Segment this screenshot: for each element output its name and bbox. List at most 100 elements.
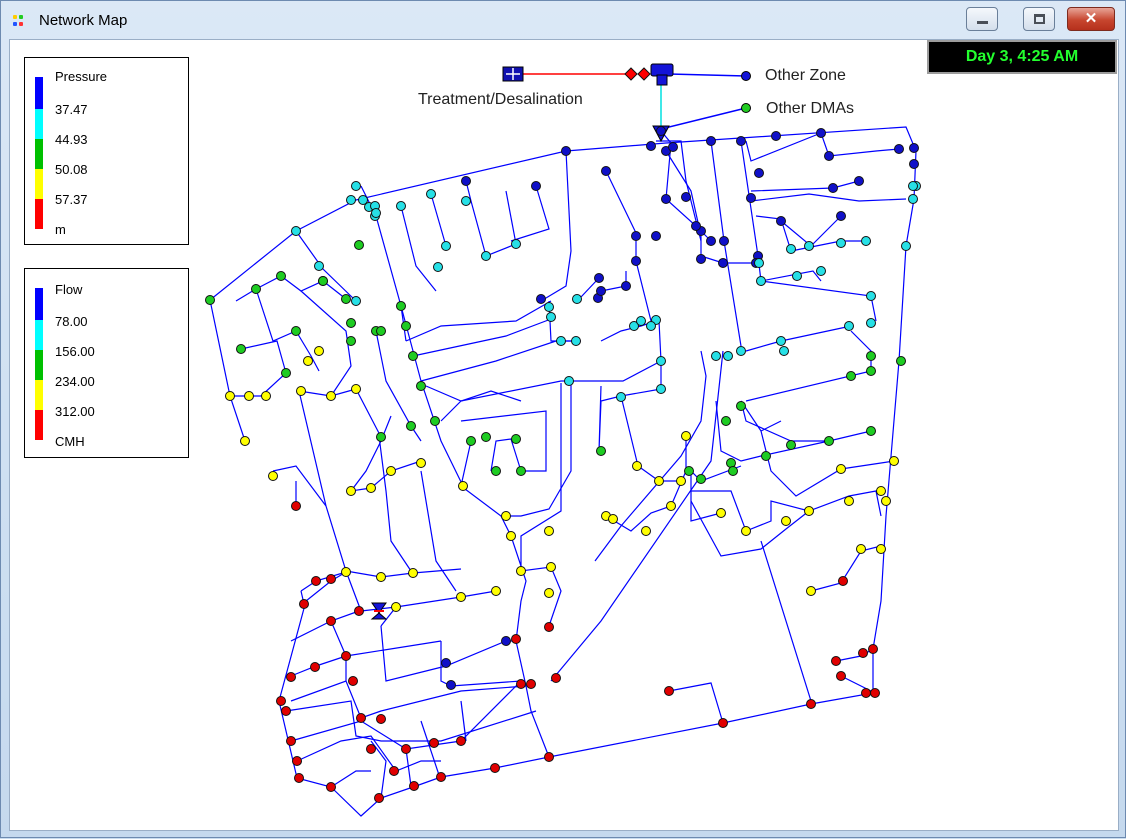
junction-yellow <box>268 471 278 481</box>
junction-red <box>310 662 320 672</box>
junction-blue <box>668 142 678 152</box>
junction-green <box>596 446 606 456</box>
junction-blue <box>631 256 641 266</box>
pipe <box>420 470 457 592</box>
junction-blue <box>836 211 846 221</box>
junction-yellow <box>506 531 516 541</box>
valve-icon <box>637 67 651 81</box>
junction-green <box>281 368 291 378</box>
pipe <box>740 400 872 442</box>
legend-title: Flow <box>55 282 83 297</box>
junction-green <box>786 440 796 450</box>
junction-green <box>276 271 286 281</box>
junction-yellow <box>240 436 250 446</box>
pipe <box>209 299 246 442</box>
junction-yellow <box>261 391 271 401</box>
pipe <box>620 395 681 482</box>
pipe <box>298 388 382 438</box>
junction-red <box>544 752 554 762</box>
legend-unit: m <box>55 222 66 237</box>
junction-yellow <box>346 486 356 496</box>
junction-red <box>516 679 526 689</box>
legend-swatch-cyan <box>35 109 43 139</box>
junction-cyan <box>844 321 854 331</box>
junction-green <box>376 326 386 336</box>
simulation-clock: Day 3, 4:25 AM <box>927 40 1117 74</box>
legend-threshold: 37.47 <box>55 102 88 117</box>
junction-red <box>409 781 419 791</box>
junction-blue <box>691 221 701 231</box>
junction-blue <box>828 183 838 193</box>
network-map-window: Network Map ✕ Day 3, 4:25 AM Pressure 37… <box>0 0 1126 838</box>
junction-yellow <box>408 568 418 578</box>
junction-blue <box>561 146 571 156</box>
junction-cyan <box>861 236 871 246</box>
pipe <box>520 383 562 627</box>
pipe <box>745 330 872 402</box>
junction-red <box>348 676 358 686</box>
junction-blue <box>909 143 919 153</box>
junction-yellow <box>781 516 791 526</box>
junction-cyan <box>756 276 766 286</box>
other-zone-label: Other Zone <box>765 67 846 84</box>
junction-cyan <box>546 312 556 322</box>
junction-red <box>868 644 878 654</box>
junction-yellow <box>386 466 396 476</box>
junction-cyan <box>351 296 361 306</box>
junction-green <box>406 421 416 431</box>
pipe <box>420 340 581 382</box>
pipe <box>300 571 347 592</box>
junction-yellow <box>889 456 899 466</box>
junction-yellow <box>741 526 751 536</box>
junction-blue <box>746 193 756 203</box>
junction-yellow <box>391 602 401 612</box>
junction-cyan <box>656 384 666 394</box>
pipe <box>505 190 517 245</box>
junction-blue <box>594 273 604 283</box>
junction-cyan <box>616 392 626 402</box>
junction-red <box>311 576 321 586</box>
junction-red <box>526 679 536 689</box>
pressure-legend[interactable]: Pressure 37.47 44.93 50.08 57.37 m <box>24 57 189 245</box>
legend-swatch-blue <box>35 77 43 109</box>
junction-green <box>346 318 356 328</box>
junction-yellow <box>681 431 691 441</box>
junction-cyan <box>786 244 796 254</box>
tank-icon <box>656 74 668 86</box>
legend-threshold: 78.00 <box>55 314 88 329</box>
other-dmas-label: Other DMAs <box>766 100 855 117</box>
junction-red <box>838 576 848 586</box>
junction-green <box>511 434 521 444</box>
pipe <box>550 350 724 682</box>
junction-green <box>824 436 834 446</box>
junction-green <box>866 351 876 361</box>
junction-blue <box>656 126 666 136</box>
junction-green <box>491 466 501 476</box>
junction-green <box>516 466 526 476</box>
junction-cyan <box>723 351 733 361</box>
junction-green <box>866 426 876 436</box>
junction-yellow <box>544 588 554 598</box>
junction-green <box>846 371 856 381</box>
pipe-blue <box>660 107 747 130</box>
junction-red <box>376 714 386 724</box>
legend-threshold: 44.93 <box>55 132 88 147</box>
pipe <box>760 280 877 322</box>
flow-legend[interactable]: Flow 78.00 156.00 234.00 312.00 CMH <box>24 268 189 458</box>
junction-yellow <box>458 481 468 491</box>
junction-yellow <box>632 461 642 471</box>
pipe <box>465 180 517 257</box>
junction-blue <box>706 236 716 246</box>
junction-cyan <box>556 336 566 346</box>
junction-blue <box>706 136 716 146</box>
junction-blue <box>719 236 729 246</box>
junction-cyan <box>461 196 471 206</box>
pipe <box>715 400 830 462</box>
junction-red <box>276 696 286 706</box>
junction-yellow <box>641 526 651 536</box>
treatment-label: Treatment/Desalination <box>418 91 583 108</box>
junction-blue <box>501 636 511 646</box>
pipe <box>295 230 357 302</box>
legend-title: Pressure <box>55 69 108 84</box>
pipe <box>430 193 447 247</box>
